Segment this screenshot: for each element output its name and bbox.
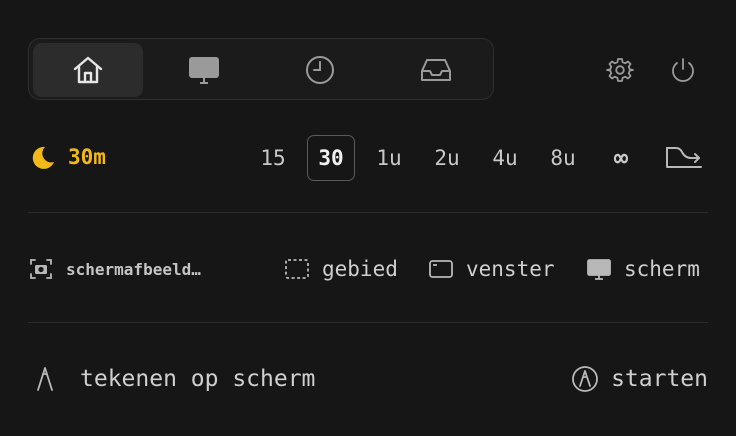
draw-row: tekenen op scherm starten bbox=[28, 360, 708, 398]
camera-icon bbox=[30, 259, 52, 279]
timer-option-infinite[interactable]: ∞ bbox=[597, 135, 645, 181]
clock-icon bbox=[306, 56, 334, 84]
home-icon bbox=[73, 56, 103, 84]
monitor-icon bbox=[587, 259, 611, 280]
screenshot-label: schermafbeeld… bbox=[66, 259, 201, 279]
power-button[interactable] bbox=[668, 54, 698, 86]
capture-screen-button[interactable]: scherm bbox=[586, 250, 700, 288]
pen-nib-icon bbox=[37, 367, 53, 391]
gear-icon bbox=[606, 58, 634, 82]
timer-option-2u[interactable]: 2u bbox=[423, 135, 471, 181]
timer-option-15[interactable]: 15 bbox=[249, 135, 297, 181]
tab-display[interactable] bbox=[149, 43, 259, 97]
moon-icon bbox=[32, 146, 54, 169]
tab-bar bbox=[28, 38, 494, 100]
power-icon bbox=[672, 58, 694, 82]
sleep-timer-row: 30m 15 30 1u 2u 4u 8u ∞ bbox=[28, 134, 708, 182]
screen-label: scherm bbox=[624, 257, 700, 281]
pen-circle-icon bbox=[572, 366, 598, 392]
divider bbox=[28, 322, 708, 323]
tab-history[interactable] bbox=[265, 43, 375, 97]
capture-window-button[interactable]: venster bbox=[428, 250, 555, 288]
trend-down-icon[interactable] bbox=[664, 144, 704, 172]
timer-option-4u[interactable]: 4u bbox=[481, 135, 529, 181]
timer-option-8u[interactable]: 8u bbox=[539, 135, 587, 181]
tab-home[interactable] bbox=[33, 43, 143, 97]
timer-option-30[interactable]: 30 bbox=[307, 135, 355, 181]
inbox-icon bbox=[421, 59, 451, 81]
divider bbox=[28, 212, 708, 213]
screenshot-row: schermafbeeld… gebied venster scherm bbox=[28, 250, 708, 288]
area-select-icon bbox=[285, 259, 309, 279]
capture-area-button[interactable]: gebied bbox=[284, 250, 398, 288]
draw-on-screen: tekenen op scherm bbox=[28, 360, 315, 398]
window-icon bbox=[429, 260, 453, 278]
timer-option-1u[interactable]: 1u bbox=[365, 135, 413, 181]
draw-label: tekenen op scherm bbox=[80, 366, 316, 392]
tab-inbox[interactable] bbox=[381, 43, 491, 97]
window-label: venster bbox=[466, 257, 555, 281]
timer-value: 30m bbox=[68, 145, 106, 169]
start-drawing-button[interactable]: starten bbox=[571, 360, 708, 398]
monitor-icon bbox=[189, 57, 219, 84]
screenshot-button[interactable]: schermafbeeld… bbox=[28, 250, 201, 288]
start-label: starten bbox=[611, 366, 708, 392]
area-label: gebied bbox=[322, 257, 398, 281]
settings-button[interactable] bbox=[605, 54, 635, 86]
